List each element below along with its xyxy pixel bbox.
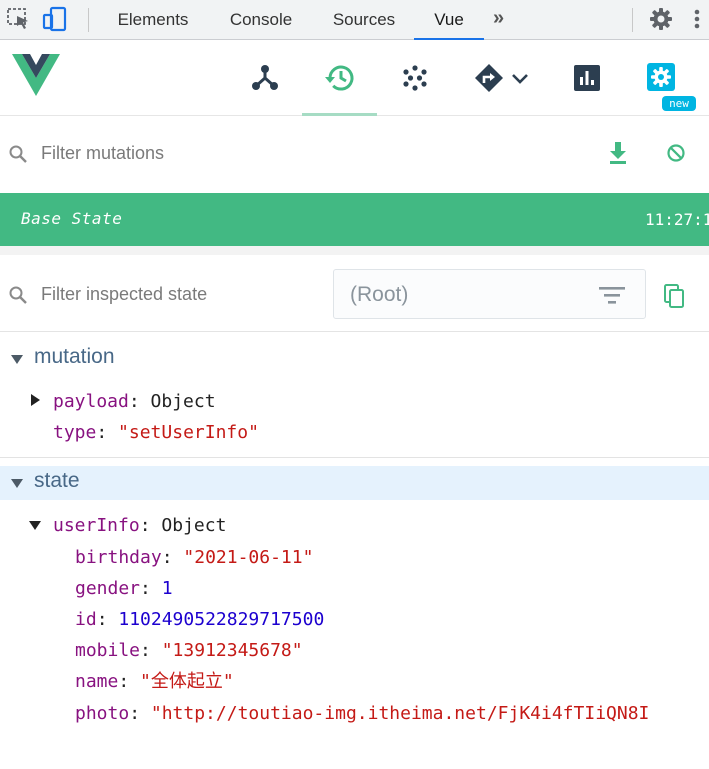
userinfo-value: Object xyxy=(161,515,227,536)
gender-value: 1 xyxy=(161,578,173,599)
collapse-arrow-icon[interactable] xyxy=(29,521,41,530)
filter-state-input[interactable]: Filter inspected state xyxy=(41,284,207,305)
tab-elements[interactable]: Elements xyxy=(106,0,200,40)
collapse-arrow-icon[interactable] xyxy=(11,479,23,488)
vue-devtools-header xyxy=(0,40,709,116)
device-toolbar-icon[interactable] xyxy=(42,6,68,32)
panel-gap xyxy=(0,246,709,255)
tree-row-name: name: "全体起立" xyxy=(75,671,234,692)
payload-key: payload xyxy=(53,391,129,412)
filter-mutations-input[interactable]: Filter mutations xyxy=(41,143,164,164)
id-value: 1102490522829717500 xyxy=(118,609,325,630)
gender-key: gender xyxy=(75,578,141,599)
id-key: id xyxy=(75,609,97,630)
copy-icon[interactable] xyxy=(663,283,687,314)
root-select-value: (Root) xyxy=(350,283,409,306)
base-state-entry[interactable]: Base State 11:27:1 xyxy=(0,193,709,246)
tree-row-birthday: birthday: "2021-06-11" xyxy=(75,547,314,568)
more-tabs-icon[interactable]: » xyxy=(493,7,504,30)
root-select[interactable]: (Root) xyxy=(333,269,646,319)
name-value: "全体起立" xyxy=(140,671,234,692)
devtools-toolbar: Elements Console Sources Vue » xyxy=(0,0,709,40)
tab-sources[interactable]: Sources xyxy=(322,0,406,40)
type-value: "setUserInfo" xyxy=(118,422,259,443)
filter-state-bar: Filter inspected state (Root) xyxy=(0,255,709,332)
state-section-title: state xyxy=(34,469,80,492)
mutation-section-title: mutation xyxy=(34,345,115,368)
birthday-value: "2021-06-11" xyxy=(183,547,314,568)
base-state-time: 11:27:1 xyxy=(645,210,709,229)
timeline-icon[interactable] xyxy=(302,40,377,116)
gear-icon[interactable] xyxy=(648,6,674,32)
payload-value: Object xyxy=(150,391,216,412)
filter-mutations-bar: Filter mutations xyxy=(0,116,709,192)
kebab-menu-icon[interactable] xyxy=(690,6,709,32)
vuex-icon[interactable] xyxy=(377,40,452,116)
tree-row-userinfo[interactable]: userInfo: Object xyxy=(53,514,226,538)
tree-row-gender: gender: 1 xyxy=(75,578,173,599)
section-divider xyxy=(0,457,709,458)
tree-row-payload[interactable]: payload: Object xyxy=(53,390,216,414)
name-key: name xyxy=(75,671,119,692)
new-badge: new xyxy=(662,96,696,111)
mobile-value: "13912345678" xyxy=(161,640,303,661)
photo-value: "http://toutiao-img.itheima.net/FjK4i4fT… xyxy=(150,703,650,724)
tab-console[interactable]: Console xyxy=(218,0,304,40)
mutation-section-header[interactable]: mutation xyxy=(0,342,709,376)
base-state-label: Base State xyxy=(21,209,123,228)
tab-vue[interactable]: Vue xyxy=(414,0,484,40)
search-icon xyxy=(8,144,28,169)
download-icon[interactable] xyxy=(607,140,629,171)
tree-row-photo: photo: "http://toutiao-img.itheima.net/F… xyxy=(75,703,650,724)
vue-logo xyxy=(12,54,60,101)
tree-row-mobile: mobile: "13912345678" xyxy=(75,640,303,661)
tree-row-id: id: 1102490522829717500 xyxy=(75,609,325,630)
type-key: type xyxy=(53,422,97,443)
search-icon xyxy=(8,285,28,310)
state-section-header[interactable]: state xyxy=(0,466,709,500)
expand-arrow-icon[interactable] xyxy=(31,394,40,406)
performance-icon[interactable] xyxy=(552,40,622,116)
toolbar-divider xyxy=(88,8,89,32)
filter-list-icon xyxy=(598,284,626,311)
userinfo-key: userInfo xyxy=(53,515,140,536)
inspect-element-icon[interactable] xyxy=(6,6,32,32)
tree-row-type: type: "setUserInfo" xyxy=(53,422,259,443)
chevron-down-icon xyxy=(512,74,528,84)
birthday-key: birthday xyxy=(75,547,162,568)
router-icon[interactable] xyxy=(462,40,542,116)
toolbar-divider xyxy=(632,8,633,32)
photo-key: photo xyxy=(75,703,130,724)
mobile-key: mobile xyxy=(75,640,141,661)
collapse-arrow-icon[interactable] xyxy=(11,355,23,364)
components-icon[interactable] xyxy=(228,40,302,116)
clear-icon[interactable] xyxy=(664,140,688,171)
